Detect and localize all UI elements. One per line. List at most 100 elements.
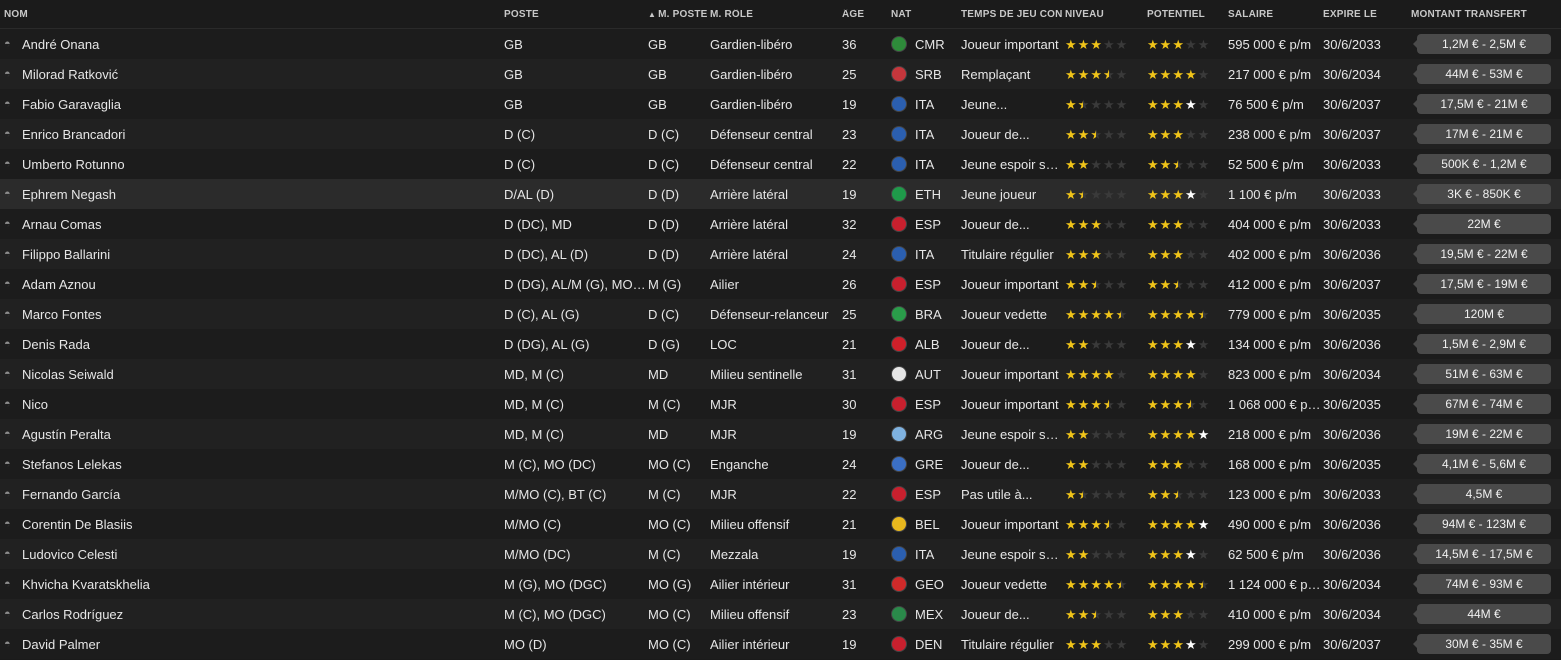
- table-row[interactable]: ◓ Denis Rada D (DG), AL (G) D (G) LOC 21 ALB Jo…: [0, 329, 1561, 359]
- column-header-nat[interactable]: NAT: [889, 9, 959, 20]
- player-name[interactable]: Milorad Ratković: [22, 67, 118, 82]
- player-name-cell[interactable]: ◓ Umberto Rotunno: [0, 157, 502, 172]
- column-header-potentiel[interactable]: POTENTIEL: [1145, 9, 1226, 20]
- player-name-cell[interactable]: ◓ David Palmer: [0, 637, 502, 652]
- player-name-cell[interactable]: ◓ Fabio Garavaglia: [0, 97, 502, 112]
- transfer-value-badge[interactable]: 17,5M € - 21M €: [1413, 94, 1551, 114]
- table-row[interactable]: ◓ Ephrem Negash D/AL (D) D (D) Arrière latér…: [0, 179, 1561, 209]
- table-row[interactable]: ◓ Marco Fontes D (C), AL (G) D (C) Défenseur…: [0, 299, 1561, 329]
- table-row[interactable]: ◓ Khvicha Kvaratskhelia M (G), MO (DGC) MO …: [0, 569, 1561, 599]
- table-row[interactable]: ◓ Filippo Ballarini D (DC), AL (D) D (D) Arr…: [0, 239, 1561, 269]
- table-row[interactable]: ◓ Arnau Comas D (DC), MD D (D) Arrière latér…: [0, 209, 1561, 239]
- column-header-montant[interactable]: MONTANT TRANSFERT: [1409, 9, 1561, 20]
- player-name[interactable]: André Onana: [22, 37, 99, 52]
- player-name[interactable]: Carlos Rodríguez: [22, 607, 123, 622]
- player-wage: 823 000 € p/m: [1228, 366, 1312, 382]
- player-nationality: AUT: [889, 366, 959, 382]
- table-row[interactable]: ◓ Carlos Rodríguez M (C), MO (DGC) MO (C) Mi…: [0, 599, 1561, 629]
- player-name[interactable]: Stefanos Lelekas: [22, 457, 122, 472]
- table-row[interactable]: ◓ Enrico Brancadori D (C) D (C) Défenseur ce…: [0, 119, 1561, 149]
- transfer-value-badge[interactable]: 22M €: [1413, 214, 1551, 234]
- column-header-nom[interactable]: NOM: [0, 9, 502, 20]
- column-header-age[interactable]: ÂGE: [840, 9, 889, 20]
- player-name[interactable]: Ephrem Negash: [22, 187, 116, 202]
- player-name-cell[interactable]: ◓ Ludovico Celesti: [0, 547, 502, 562]
- player-name-cell[interactable]: ◓ Filippo Ballarini: [0, 247, 502, 262]
- player-name-cell[interactable]: ◓ Stefanos Lelekas: [0, 457, 502, 472]
- player-name[interactable]: Nico: [22, 397, 48, 412]
- transfer-value-badge[interactable]: 17M € - 21M €: [1413, 124, 1551, 144]
- player-name-cell[interactable]: ◓ André Onana: [0, 37, 502, 52]
- table-row[interactable]: ◓ Corentin De Blasiis M/MO (C) MO (C) Milieu…: [0, 509, 1561, 539]
- transfer-value-badge[interactable]: 94M € - 123M €: [1413, 514, 1551, 534]
- column-header-poste[interactable]: POSTE: [502, 9, 646, 20]
- table-row[interactable]: ◓ Nicolas Seiwald MD, M (C) MD Milieu sentin…: [0, 359, 1561, 389]
- transfer-value-badge[interactable]: 44M €: [1413, 604, 1551, 624]
- column-header-salaire[interactable]: SALAIRE: [1226, 9, 1321, 20]
- player-name-cell[interactable]: ◓ Nicolas Seiwald: [0, 367, 502, 382]
- player-name-cell[interactable]: ◓ Corentin De Blasiis: [0, 517, 502, 532]
- table-row[interactable]: ◓ Umberto Rotunno D (C) D (C) Défenseur cent…: [0, 149, 1561, 179]
- player-name[interactable]: Filippo Ballarini: [22, 247, 110, 262]
- table-row[interactable]: ◓ Adam Aznou D (DG), AL/M (G), MO (... M (G…: [0, 269, 1561, 299]
- column-header-mposte[interactable]: ▲ M. POSTE: [646, 9, 708, 20]
- potential-stars: ★ ★ ★ ★ ★: [1147, 488, 1226, 501]
- player-name-cell[interactable]: ◓ Denis Rada: [0, 337, 502, 352]
- transfer-value-badge[interactable]: 19M € - 22M €: [1413, 424, 1551, 444]
- transfer-value-badge[interactable]: 74M € - 93M €: [1413, 574, 1551, 594]
- player-name-cell[interactable]: ◓ Adam Aznou: [0, 277, 502, 292]
- table-row[interactable]: ◓ Fabio Garavaglia GB GB Gardien-libéro 19 ITA…: [0, 89, 1561, 119]
- player-name[interactable]: David Palmer: [22, 637, 100, 652]
- transfer-value-badge[interactable]: 19,5M € - 22M €: [1413, 244, 1551, 264]
- player-name-cell[interactable]: ◓ Khvicha Kvaratskhelia: [0, 577, 502, 592]
- transfer-value-badge[interactable]: 3K € - 850K €: [1413, 184, 1551, 204]
- transfer-value-badge[interactable]: 1,5M € - 2,9M €: [1413, 334, 1551, 354]
- player-name-cell[interactable]: ◓ Fernando García: [0, 487, 502, 502]
- player-name[interactable]: Fabio Garavaglia: [22, 97, 121, 112]
- transfer-value-badge[interactable]: 17,5M € - 19M €: [1413, 274, 1551, 294]
- table-row[interactable]: ◓ David Palmer MO (D) MO (C) Ailier intérieu…: [0, 629, 1561, 659]
- player-name-cell[interactable]: ◓ Ephrem Negash: [0, 187, 502, 202]
- player-name-cell[interactable]: ◓ Enrico Brancadori: [0, 127, 502, 142]
- transfer-value-badge[interactable]: 500K € - 1,2M €: [1413, 154, 1551, 174]
- column-header-niveau[interactable]: NIVEAU: [1063, 9, 1145, 20]
- column-header-temps[interactable]: TEMPS DE JEU CON...: [959, 9, 1063, 20]
- transfer-value-badge[interactable]: 120M €: [1413, 304, 1551, 324]
- player-name[interactable]: Adam Aznou: [22, 277, 96, 292]
- player-name[interactable]: Ludovico Celesti: [22, 547, 117, 562]
- transfer-value-badge[interactable]: 14,5M € - 17,5M €: [1413, 544, 1551, 564]
- player-name-cell[interactable]: ◓ Milorad Ratković: [0, 67, 502, 82]
- transfer-value-badge[interactable]: 4,5M €: [1413, 484, 1551, 504]
- player-name[interactable]: Nicolas Seiwald: [22, 367, 114, 382]
- player-name[interactable]: Khvicha Kvaratskhelia: [22, 577, 150, 592]
- transfer-value-badge[interactable]: 67M € - 74M €: [1413, 394, 1551, 414]
- column-header-mrole[interactable]: M. RÔLE: [708, 9, 840, 20]
- player-name-cell[interactable]: ◓ Agustín Peralta: [0, 427, 502, 442]
- table-row[interactable]: ◓ Ludovico Celesti M/MO (DC) M (C) Mezzala 19…: [0, 539, 1561, 569]
- table-row[interactable]: ◓ Nico MD, M (C) M (C) MJR 30 ESP Joueur import…: [0, 389, 1561, 419]
- transfer-value-badge[interactable]: 44M € - 53M €: [1413, 64, 1551, 84]
- player-name[interactable]: Marco Fontes: [22, 307, 101, 322]
- transfer-value-badge[interactable]: 4,1M € - 5,6M €: [1413, 454, 1551, 474]
- table-row[interactable]: ◓ Fernando García M/MO (C), BT (C) M (C) MJR…: [0, 479, 1561, 509]
- player-name[interactable]: Agustín Peralta: [22, 427, 111, 442]
- transfer-value-badge[interactable]: 1,2M € - 2,5M €: [1413, 34, 1551, 54]
- player-name-cell[interactable]: ◓ Carlos Rodríguez: [0, 607, 502, 622]
- column-header-expire[interactable]: EXPIRE LE: [1321, 9, 1409, 20]
- player-name[interactable]: Enrico Brancadori: [22, 127, 125, 142]
- player-name[interactable]: Umberto Rotunno: [22, 157, 125, 172]
- player-name[interactable]: Denis Rada: [22, 337, 90, 352]
- table-row[interactable]: ◓ Milorad Ratković GB GB Gardien-libéro 25 SRB…: [0, 59, 1561, 89]
- transfer-value-badge[interactable]: 30M € - 35M €: [1413, 634, 1551, 654]
- player-name-cell[interactable]: ◓ Nico: [0, 397, 502, 412]
- player-name-cell[interactable]: ◓ Marco Fontes: [0, 307, 502, 322]
- player-name[interactable]: Arnau Comas: [22, 217, 101, 232]
- player-potential: ★ ★ ★ ★ ★: [1145, 38, 1226, 51]
- player-name[interactable]: Corentin De Blasiis: [22, 517, 133, 532]
- player-name[interactable]: Fernando García: [22, 487, 120, 502]
- table-row[interactable]: ◓ Agustín Peralta MD, M (C) MD MJR 19 ARG Jeune…: [0, 419, 1561, 449]
- table-row[interactable]: ◓ André Onana GB GB Gardien-libéro 36 CMR Joueu…: [0, 29, 1561, 59]
- table-row[interactable]: ◓ Stefanos Lelekas M (C), MO (DC) MO (C) Eng…: [0, 449, 1561, 479]
- transfer-value-badge[interactable]: 51M € - 63M €: [1413, 364, 1551, 384]
- player-name-cell[interactable]: ◓ Arnau Comas: [0, 217, 502, 232]
